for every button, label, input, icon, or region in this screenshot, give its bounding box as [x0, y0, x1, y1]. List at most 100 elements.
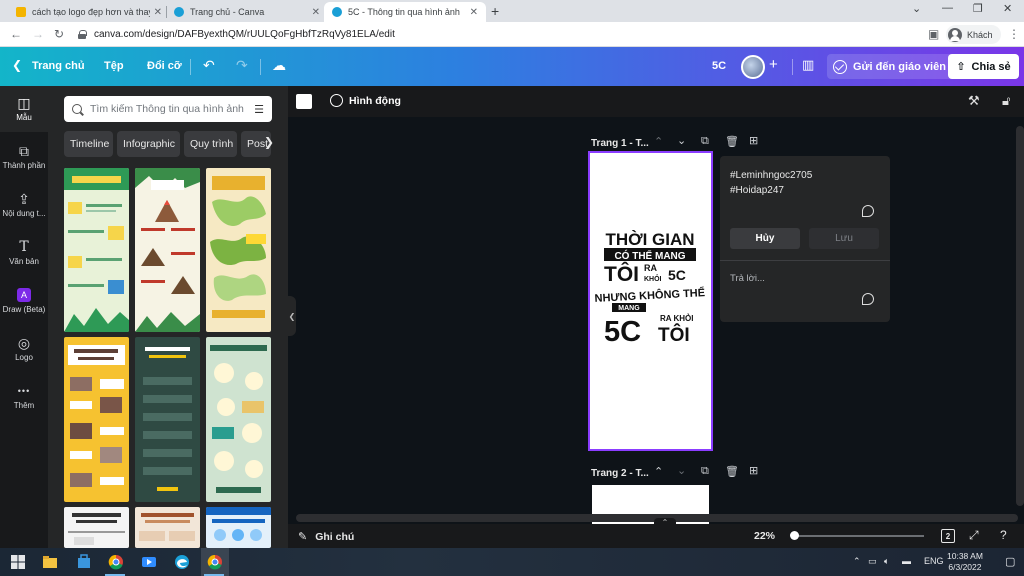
zoom-slider[interactable] — [794, 535, 924, 537]
template-thumb-4[interactable] — [64, 337, 129, 502]
notifications-icon[interactable]: ▢ — [1005, 555, 1015, 568]
new-tab-button[interactable]: + — [491, 3, 499, 19]
page-down-icon[interactable]: ⌄ — [677, 134, 686, 147]
comment-text[interactable]: #Leminhngoc2705 #Hoidap247 — [730, 168, 812, 198]
url-field[interactable]: canva.com/design/DAFByexthQM/rUULQoFgHbf… — [78, 26, 908, 43]
chip-process[interactable]: Quy trình — [184, 131, 237, 157]
cancel-button[interactable]: Hủy — [730, 228, 800, 249]
template-thumb-1[interactable] — [64, 168, 129, 332]
design-page-1[interactable]: THỜI GIAN CÓ THỂ MANG TÔI RA KHỎI 5C NHƯ… — [588, 151, 713, 451]
redo-icon[interactable]: ↷ — [236, 57, 248, 74]
template-search-input[interactable]: Tìm kiếm Thông tin qua hình ảnh ☰ — [64, 96, 272, 122]
page-1-label[interactable]: Trang 1 - T... — [591, 138, 649, 149]
volume-icon[interactable]: 🔈︎ — [884, 556, 889, 567]
browser-menu-icon[interactable]: ⋮ — [1008, 27, 1020, 41]
zoom-slider-knob[interactable] — [790, 531, 799, 540]
filter-sliders-icon[interactable]: ☰ — [254, 103, 264, 116]
rail-item-uploads[interactable]: ⇪ Nội dung t... — [0, 182, 48, 228]
add-page-icon[interactable]: ⊞ — [749, 464, 758, 477]
design-title[interactable]: 5C — [712, 60, 726, 72]
page-down-icon[interactable]: ⌄ — [677, 464, 686, 477]
close-window-button[interactable]: ✕ — [1003, 2, 1012, 15]
rail-item-more[interactable]: ••• Thêm — [0, 374, 48, 420]
page-2-label[interactable]: Trang 2 - T... — [591, 468, 649, 479]
rail-item-logo[interactable]: ◎ Logo — [0, 326, 48, 372]
sidebar-toggle-icon[interactable]: ▣ — [928, 27, 939, 41]
notes-button[interactable]: ✎ Ghi chú — [298, 530, 354, 544]
reload-icon[interactable]: ↻ — [54, 27, 64, 41]
template-thumb-8[interactable] — [135, 507, 200, 548]
template-thumb-9[interactable] — [206, 507, 271, 548]
chevron-right-icon[interactable]: ❯ — [264, 135, 280, 153]
zoom-percent[interactable]: 22% — [754, 530, 775, 542]
emoji-icon[interactable] — [862, 205, 874, 217]
close-tab-icon[interactable]: ✕ — [312, 7, 320, 18]
paint-roller-icon[interactable]: ⚒ — [968, 93, 980, 109]
network-icon[interactable]: ▭ — [868, 556, 877, 567]
background-color-swatch[interactable] — [296, 94, 312, 109]
minimize-button[interactable]: — — [942, 2, 953, 14]
rail-item-templates[interactable]: ◫ Mẫu — [0, 86, 48, 132]
share-button[interactable]: ⇧ Chia sẻ — [948, 54, 1019, 79]
edge-icon[interactable] — [174, 554, 190, 570]
tray-overflow-icon[interactable]: ⌃ — [853, 556, 861, 567]
chevron-left-icon[interactable]: ❮ — [12, 58, 22, 72]
file-menu[interactable]: Tệp — [104, 60, 124, 72]
fullscreen-icon[interactable]: ⤢ — [969, 528, 979, 543]
help-icon[interactable]: ? — [1000, 528, 1007, 542]
reply-input[interactable]: Trả lời... — [730, 273, 765, 284]
page-up-icon[interactable]: ⌃ — [654, 135, 663, 148]
rail-item-draw[interactable]: A Draw (Beta) — [0, 278, 48, 324]
back-icon[interactable]: ← — [10, 27, 22, 41]
chrome-icon[interactable] — [207, 554, 223, 570]
lock-icon[interactable]: 🔓︎ — [1002, 93, 1010, 109]
chip-infographic[interactable]: Infographic — [117, 131, 180, 157]
system-clock[interactable]: 10:38 AM 6/3/2022 — [947, 551, 983, 573]
add-collaborator-icon[interactable]: + — [769, 56, 778, 73]
rail-item-elements[interactable]: ⧉ Thành phần — [0, 134, 48, 180]
animate-button[interactable]: Hình động — [330, 94, 401, 107]
browser-tab-1[interactable]: cách tạo logo đẹp hơn và thay A... ✕ — [8, 2, 170, 22]
resize-button[interactable]: Đổi cỡ — [147, 60, 182, 72]
collapse-panel-handle[interactable]: ❮ — [288, 296, 296, 336]
delete-page-icon[interactable]: 🗑︎ — [725, 465, 739, 478]
maximize-button[interactable]: ❐ — [973, 2, 983, 15]
templates-panel: Tìm kiếm Thông tin qua hình ảnh ☰ Timeli… — [48, 86, 288, 548]
store-icon[interactable] — [76, 554, 92, 570]
page-count-badge[interactable]: 2 — [941, 529, 955, 543]
template-thumb-3[interactable] — [206, 168, 271, 332]
duplicate-page-icon[interactable]: ⧉ — [701, 135, 709, 148]
browser-tab-3-active[interactable]: 5C - Thông tin qua hình ảnh ✕ — [324, 2, 486, 22]
chrome-icon[interactable] — [108, 554, 124, 570]
language-indicator[interactable]: ENG — [924, 556, 944, 566]
browser-tab-2[interactable]: Trang chủ - Canva ✕ — [166, 2, 328, 22]
close-tab-icon[interactable]: ✕ — [470, 7, 478, 18]
page-up-icon[interactable]: ⌃ — [654, 465, 663, 478]
chip-timeline[interactable]: Timeline — [64, 131, 113, 157]
home-link[interactable]: Trang chủ — [32, 60, 85, 72]
delete-page-icon[interactable]: 🗑︎ — [725, 135, 739, 148]
template-thumb-7[interactable] — [64, 507, 129, 548]
vertical-scrollbar[interactable] — [1016, 126, 1024, 506]
save-button[interactable]: Lưu — [809, 228, 879, 249]
battery-icon[interactable]: ▬ — [902, 556, 911, 566]
template-thumb-6[interactable] — [206, 337, 271, 502]
user-avatar[interactable] — [741, 55, 765, 79]
duplicate-page-icon[interactable]: ⧉ — [701, 465, 709, 478]
send-to-teacher-button[interactable]: Gửi đến giáo viên — [827, 54, 956, 79]
show-pages-arrow-icon[interactable]: ⌃ — [654, 518, 676, 528]
profile-button[interactable]: Khách — [946, 25, 1001, 44]
emoji-icon[interactable] — [862, 293, 874, 305]
add-page-icon[interactable]: ⊞ — [749, 134, 758, 147]
template-thumb-2[interactable] — [135, 168, 200, 332]
undo-icon[interactable]: ↶ — [203, 57, 215, 74]
rail-item-text[interactable]: T Văn bản — [0, 230, 48, 276]
file-explorer-icon[interactable] — [42, 554, 58, 570]
forward-icon[interactable]: → — [32, 27, 44, 41]
insights-chart-icon[interactable]: ▥ — [802, 57, 814, 73]
template-thumb-5[interactable] — [135, 337, 200, 502]
video-app-icon[interactable] — [141, 554, 157, 570]
windows-start-icon[interactable] — [10, 554, 26, 570]
close-tab-icon[interactable]: ✕ — [154, 7, 162, 18]
tab-search-icon[interactable]: ⌄ — [912, 2, 921, 15]
